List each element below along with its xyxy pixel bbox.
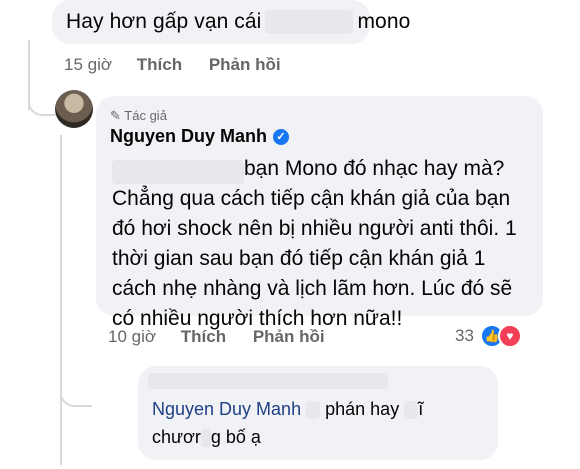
thread-connector xyxy=(60,355,92,407)
author-tag: ✎ Tác giả xyxy=(110,108,167,123)
reply-button[interactable]: Phản hồi xyxy=(253,327,325,346)
like-button[interactable]: Thích xyxy=(181,327,226,346)
redacted-text xyxy=(306,401,321,420)
avatar[interactable] xyxy=(55,90,93,128)
love-reaction-icon: ♥ xyxy=(497,324,522,348)
redacted-author xyxy=(148,373,388,389)
thread-line xyxy=(60,135,62,465)
author-name[interactable]: Nguyen Duy Manh ✓ xyxy=(110,126,290,147)
reply-bubble: ✎ Tác giả Nguyen Duy Manh ✓ bạn Mono đó … xyxy=(96,96,543,330)
redacted-text xyxy=(200,429,211,448)
verified-badge-icon: ✓ xyxy=(273,128,290,145)
reaction-count: 33 xyxy=(455,326,474,345)
comment-text: Hay hơn gấp vạn cái mono xyxy=(66,10,411,35)
comment-bubble: Hay hơn gấp vạn cái mono xyxy=(52,0,410,44)
thread-connector xyxy=(28,90,56,116)
reactions[interactable]: 33 👍 ♥ xyxy=(455,324,522,348)
comment-time[interactable]: 15 giờ xyxy=(64,55,112,74)
pencil-icon: ✎ xyxy=(110,108,121,123)
mention-link[interactable]: Nguyen Duy Manh xyxy=(152,399,301,419)
reply-bubble: Nguyen Duy Manh phán hay ĩ chươr g bố ạ xyxy=(138,366,498,460)
redacted-text xyxy=(404,401,419,420)
redacted-mention xyxy=(112,160,244,184)
redacted-name xyxy=(265,10,354,35)
reply-actions: 10 giờ Thích Phản hồi xyxy=(108,327,347,347)
reply-time[interactable]: 10 giờ xyxy=(108,327,156,346)
reply-text: bạn Mono đó nhạc hay mà? Chẳng qua cách … xyxy=(112,157,517,330)
reply-text: Nguyen Duy Manh phán hay ĩ xyxy=(152,399,424,420)
reply-button[interactable]: Phản hồi xyxy=(209,55,281,74)
comment-actions: 15 giờ Thích Phản hồi xyxy=(64,55,303,75)
like-button[interactable]: Thích xyxy=(137,55,182,74)
reply-text: chươr g bố ạ xyxy=(152,427,261,448)
